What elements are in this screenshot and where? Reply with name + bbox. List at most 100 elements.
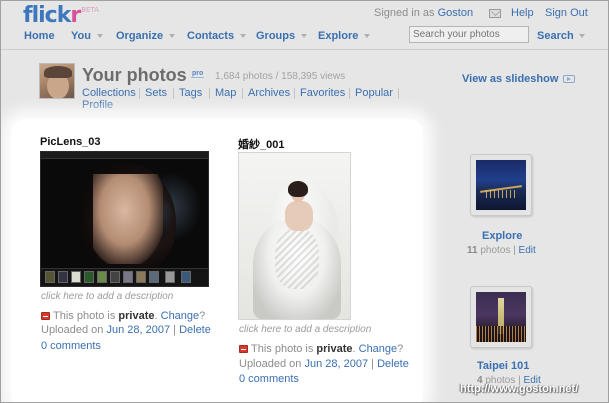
photo-thumbnail[interactable] [238,152,351,320]
logo-beta: BETA [81,6,99,14]
chevron-down-icon[interactable] [301,34,308,39]
subnav-archives[interactable]: Archives [248,87,290,99]
privacy-status: This photo is private. Change? [41,310,205,322]
photo-title[interactable]: PicLens_03 [40,136,101,148]
nav-organize[interactable]: Organize [116,30,176,42]
subnav-popular[interactable]: Popular [355,87,393,99]
nav-explore-label: Explore [318,30,359,42]
set-cover-image [476,292,526,342]
privacy-value: private [118,310,155,322]
comments-link[interactable]: 0 comments [41,340,101,352]
search-input[interactable] [409,26,529,43]
nav-organize-label: Organize [116,30,164,42]
privacy-question: ? [199,310,206,322]
view-slideshow-link[interactable]: View as slideshow [462,73,576,85]
flickr-page: flickrBETA Signed in as Goston Help Sign… [0,0,609,403]
subnav-tags[interactable]: Tags [179,87,202,99]
chevron-down-icon[interactable] [578,34,585,39]
slideshow-icon [563,75,576,84]
username-link[interactable]: Goston [438,7,473,19]
pro-badge[interactable]: pro [191,70,205,78]
subnav-sets[interactable]: Sets [145,87,167,99]
nav-groups-label: Groups [256,30,296,42]
photo-stats: 1,684 photos / 158,395 views [215,71,346,82]
privacy-prefix: This photo is [53,310,119,322]
subnav-collections[interactable]: Collections [82,87,136,99]
divider [294,88,295,99]
comments-label: 0 comments [239,373,299,385]
set-edit-link[interactable]: Edit [519,245,536,256]
upload-info: Uploaded on Jun 28, 2007 | Delete [239,358,409,370]
privacy-status: This photo is private. Change? [239,343,403,355]
photo-thumbnail[interactable] [40,151,209,287]
signed-in-prefix: Signed in as [374,7,438,19]
nav-contacts-label: Contacts [187,30,235,42]
subnav-favorites[interactable]: Favorites [300,87,345,99]
comments-link[interactable]: 0 comments [239,373,299,385]
set-thumbnail-taipei-101[interactable] [470,286,532,348]
upload-info: Uploaded on Jun 28, 2007 | Delete [41,324,211,336]
photo-title[interactable]: 婚紗_001 [238,136,284,152]
divider [242,88,243,99]
upload-date-link[interactable]: Jun 28, 2007 [304,358,368,370]
change-privacy-link[interactable]: Change [161,310,200,322]
mail-icon[interactable] [489,9,501,18]
nav-home-label: Home [24,30,55,42]
nav-home[interactable]: Home [24,30,55,42]
chevron-down-icon[interactable] [240,34,247,39]
flickr-logo[interactable]: flickrBETA [23,3,99,28]
divider [139,88,140,99]
delete-link[interactable]: Delete [179,324,211,336]
filmstrip [41,268,208,286]
privacy-value: private [316,343,353,355]
set-name-taipei-101[interactable]: Taipei 101 [477,360,529,372]
divider [173,88,174,99]
signed-in-text: Signed in as Goston [374,7,473,19]
delete-link[interactable]: Delete [377,358,409,370]
avatar[interactable] [39,63,75,99]
set-meta-explore: 11 photos | Edit [467,245,536,256]
viewer-toolbar [41,152,208,159]
header-divider [1,49,608,50]
nav-you-label: You [71,30,91,42]
divider [209,88,210,99]
upload-date-link[interactable]: Jun 28, 2007 [106,324,170,336]
set-photos-label: photos | [477,245,519,256]
divider [349,88,350,99]
nav-groups[interactable]: Groups [256,30,308,42]
change-privacy-link[interactable]: Change [359,343,398,355]
private-icon [41,312,50,321]
set-thumbnail-explore[interactable] [470,154,532,216]
nav-contacts[interactable]: Contacts [187,30,247,42]
add-description[interactable]: click here to add a description [239,324,371,335]
comments-label: 0 comments [41,340,101,352]
private-icon [239,345,248,354]
subnav-profile[interactable]: Profile [82,99,113,111]
chevron-down-icon[interactable] [169,34,176,39]
subnav-map[interactable]: Map [215,87,236,99]
logo-text-flick: flick [23,3,71,28]
set-name-explore[interactable]: Explore [482,230,522,242]
slideshow-label: View as slideshow [462,73,559,85]
add-description[interactable]: click here to add a description [41,291,173,302]
logo-text-r: r [70,3,81,28]
uploaded-prefix: Uploaded on [41,324,107,336]
page-title: Your photos [82,65,187,85]
photo-subject-face [93,174,163,264]
nav-explore[interactable]: Explore [318,30,371,42]
search-button-label: Search [537,30,574,42]
photo-dress [253,219,341,319]
search-button[interactable]: Search [537,30,585,42]
set-count: 11 [467,245,478,256]
photo-subject-arms [285,201,313,231]
uploaded-prefix: Uploaded on [239,358,305,370]
chevron-down-icon[interactable] [364,34,371,39]
set-cover-image [476,160,526,210]
help-link[interactable]: Help [511,7,534,19]
sign-out-link[interactable]: Sign Out [545,7,588,19]
divider [398,88,399,99]
watermark: http://www.goston.net/ [460,383,579,395]
nav-you[interactable]: You [71,30,103,42]
privacy-question: ? [397,343,404,355]
chevron-down-icon[interactable] [96,34,103,39]
